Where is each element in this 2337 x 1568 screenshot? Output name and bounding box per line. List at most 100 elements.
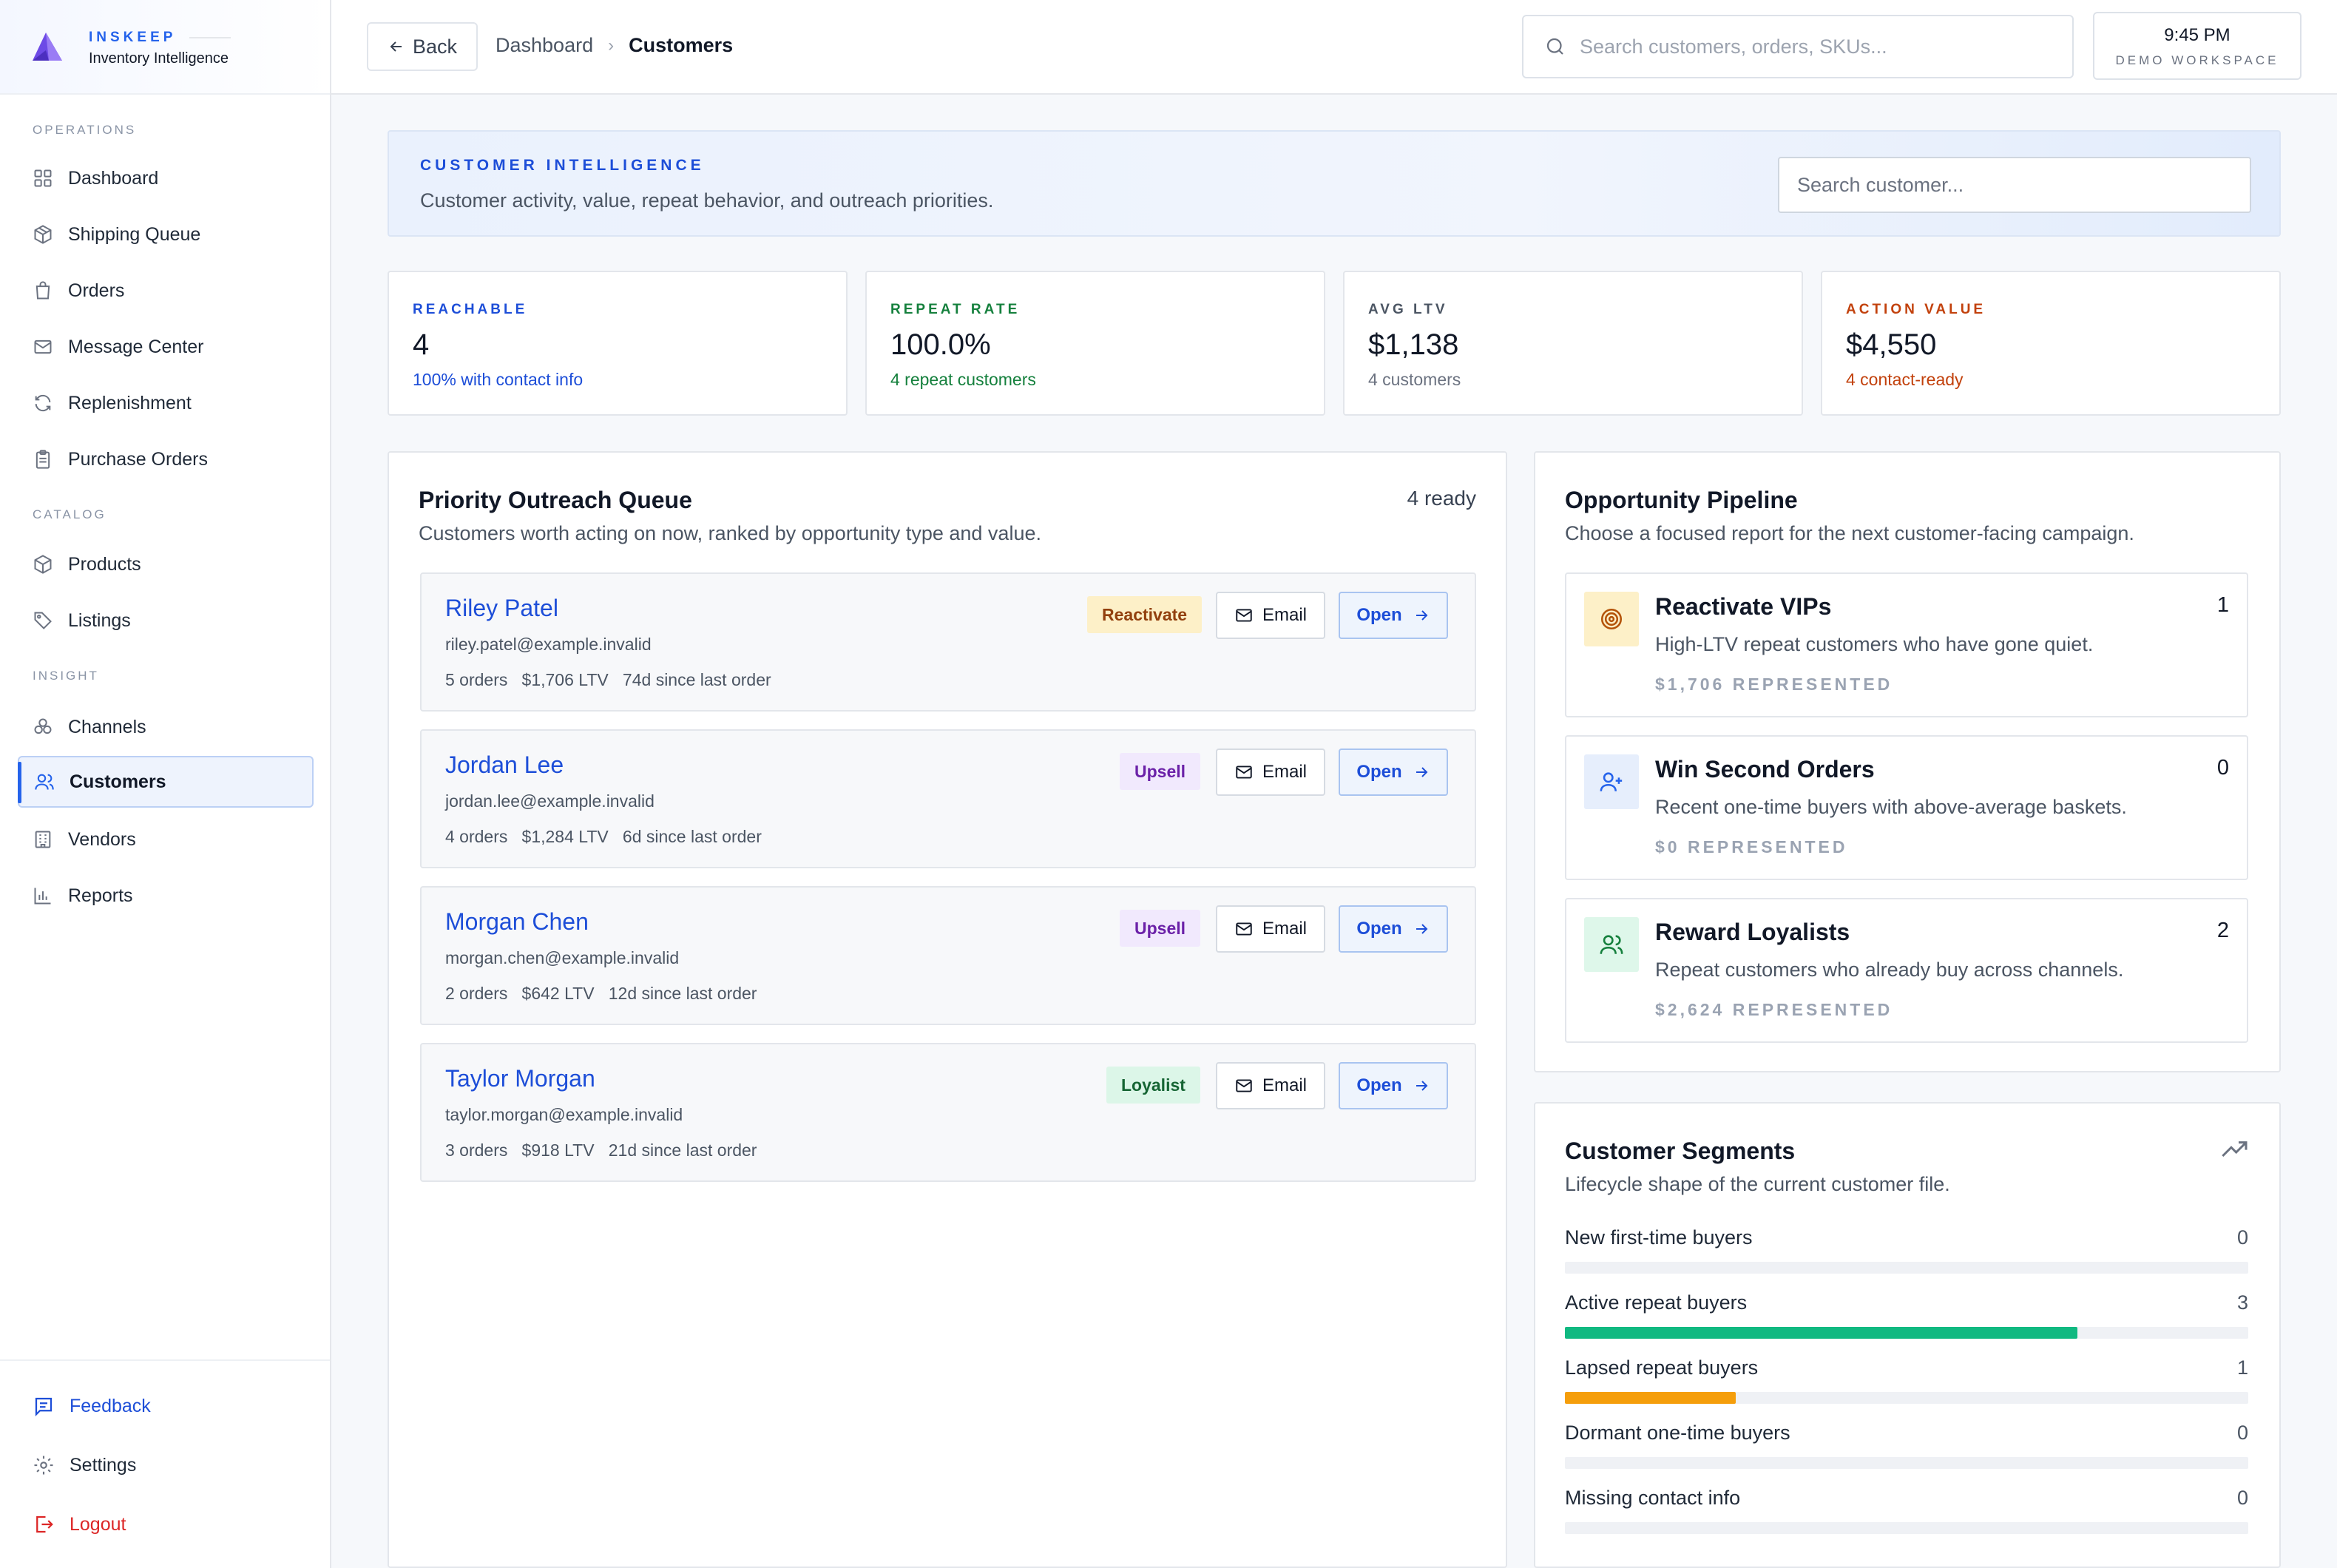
segment-bar [1565, 1327, 2077, 1339]
sidebar-item-customers[interactable]: Customers [18, 756, 314, 808]
customer-email: riley.patel@example.invalid [445, 635, 652, 654]
segment-row: Dormant one-time buyers 0 [1565, 1422, 2248, 1487]
sidebar-item-products[interactable]: Products [18, 538, 314, 590]
opportunity-pipeline-panel: Opportunity Pipeline Choose a focused re… [1534, 451, 2281, 1072]
section-heading-catalog: CATALOG [33, 507, 106, 521]
section-heading-insight: INSIGHT [33, 669, 99, 683]
outreach-subtitle: Customers worth acting on now, ranked by… [419, 522, 1041, 544]
bar-chart-icon [34, 888, 51, 905]
arrow-right-icon [1416, 610, 1428, 621]
settings-link[interactable]: Settings [18, 1439, 314, 1491]
stat-label: AVG LTV [1368, 302, 1448, 317]
back-label: Back [412, 35, 458, 58]
opportunity-count: 2 [2216, 919, 2229, 942]
feedback-label: Feedback [70, 1395, 151, 1416]
outreach-row: Riley Patel riley.patel@example.invalid … [420, 572, 1476, 712]
email-label: Email [1262, 1075, 1307, 1095]
segment-track [1565, 1457, 2248, 1469]
logout-link[interactable]: Logout [18, 1498, 314, 1550]
sidebar-item-orders[interactable]: Orders [18, 265, 314, 317]
sidebar-item-label: Message Center [68, 336, 204, 357]
target-icon [1584, 592, 1639, 646]
breadcrumb: Dashboard › Customers [496, 34, 733, 57]
sidebar-item-purchase-orders[interactable]: Purchase Orders [18, 433, 314, 485]
breadcrumb-dashboard[interactable]: Dashboard [496, 34, 593, 57]
open-button[interactable]: Open [1339, 592, 1448, 639]
email-button[interactable]: Email [1216, 905, 1325, 953]
status-badge: Reactivate [1087, 596, 1203, 633]
open-label: Open [1356, 919, 1402, 939]
open-button[interactable]: Open [1339, 1062, 1448, 1109]
opportunity-count: 1 [2216, 593, 2229, 617]
customer-search-input[interactable]: Search customer... [1778, 157, 2251, 213]
stat-label: ACTION VALUE [1846, 302, 1986, 317]
segment-count: 0 [2236, 1422, 2248, 1444]
open-button[interactable]: Open [1339, 748, 1448, 796]
sidebar-item-dashboard[interactable]: Dashboard [18, 152, 314, 204]
stat-value: 4 [413, 328, 430, 361]
opportunity-desc: High-LTV repeat customers who have gone … [1655, 633, 2094, 655]
hero-description: Customer activity, value, repeat behavio… [420, 189, 994, 212]
segment-track [1565, 1262, 2248, 1274]
stat-sub: 4 contact-ready [1846, 370, 1964, 389]
brand-divider [189, 37, 231, 38]
customer-name-link[interactable]: Jordan Lee [445, 751, 564, 779]
logout-label: Logout [70, 1513, 126, 1535]
open-button[interactable]: Open [1339, 905, 1448, 953]
breadcrumb-current: Customers [629, 34, 734, 56]
segment-label: New first-time buyers [1565, 1226, 1753, 1248]
sidebar-item-listings[interactable]: Listings [18, 595, 314, 646]
package-icon [34, 225, 52, 244]
stat-sub: 4 repeat customers [890, 370, 1036, 389]
opportunity-card-win-second-orders[interactable]: Win Second Orders Recent one-time buyers… [1565, 735, 2248, 880]
customer-name-link[interactable]: Morgan Chen [445, 908, 589, 936]
opportunity-title: Reward Loyalists [1655, 919, 1850, 945]
clipboard-icon [35, 450, 50, 469]
feedback-link[interactable]: Feedback [18, 1380, 314, 1432]
global-search-input[interactable]: Search customers, orders, SKUs... [1522, 15, 2074, 78]
search-icon [1546, 38, 1563, 55]
segment-track [1565, 1522, 2248, 1534]
logout-icon [36, 1515, 53, 1533]
customer-search-placeholder: Search customer... [1797, 173, 1964, 196]
sidebar: INSKEEP Inventory Intelligence OPERATION… [0, 0, 331, 1568]
sidebar-item-message-center[interactable]: Message Center [18, 321, 314, 373]
brand[interactable]: INSKEEP Inventory Intelligence [0, 0, 330, 95]
email-button[interactable]: Email [1216, 748, 1325, 796]
customer-name-link[interactable]: Taylor Morgan [445, 1065, 595, 1092]
opportunity-card-reward-loyalists[interactable]: Reward Loyalists Repeat customers who al… [1565, 898, 2248, 1043]
stat-label: REACHABLE [413, 302, 528, 317]
brand-tagline: Inventory Intelligence [89, 50, 229, 67]
sidebar-item-shipping-queue[interactable]: Shipping Queue [18, 209, 314, 260]
workspace-label: DEMO WORKSPACE [2115, 53, 2279, 67]
building-icon [35, 831, 51, 848]
sidebar-item-channels[interactable]: Channels [18, 701, 314, 753]
customer-meta: 2 orders $642 LTV 12d since last order [445, 984, 757, 1003]
status-badge: Upsell [1120, 910, 1201, 947]
outreach-row: Morgan Chen morgan.chen@example.invalid … [420, 886, 1476, 1025]
outreach-count: 4 ready [1407, 487, 1476, 510]
customer-email: jordan.lee@example.invalid [445, 791, 655, 811]
segment-bar [1565, 1392, 1736, 1404]
sidebar-item-vendors[interactable]: Vendors [18, 814, 314, 865]
email-button[interactable]: Email [1216, 592, 1325, 639]
trending-up-icon [2222, 1141, 2248, 1158]
customer-email: morgan.chen@example.invalid [445, 948, 680, 967]
sidebar-item-replenishment[interactable]: Replenishment [18, 377, 314, 429]
segment-count: 0 [2236, 1487, 2248, 1509]
box-icon [34, 555, 52, 574]
email-label: Email [1262, 762, 1307, 782]
topbar: Back Dashboard › Customers Search custom… [331, 0, 2337, 95]
status-badge: Upsell [1120, 753, 1201, 790]
customer-name-link[interactable]: Riley Patel [445, 595, 558, 622]
back-button[interactable]: Back [367, 22, 478, 71]
chevron-right-icon: › [608, 35, 615, 55]
sidebar-item-reports[interactable]: Reports [18, 870, 314, 922]
open-label: Open [1356, 605, 1402, 625]
opportunity-card-reactivate-vips[interactable]: Reactivate VIPs High-LTV repeat customer… [1565, 572, 2248, 717]
stat-sub: 100% with contact info [413, 370, 584, 389]
email-label: Email [1262, 919, 1307, 939]
stat-card-reachable: REACHABLE 4 100% with contact info [388, 271, 848, 416]
customer-meta: 5 orders $1,706 LTV 74d since last order [445, 670, 771, 689]
email-button[interactable]: Email [1216, 1062, 1325, 1109]
